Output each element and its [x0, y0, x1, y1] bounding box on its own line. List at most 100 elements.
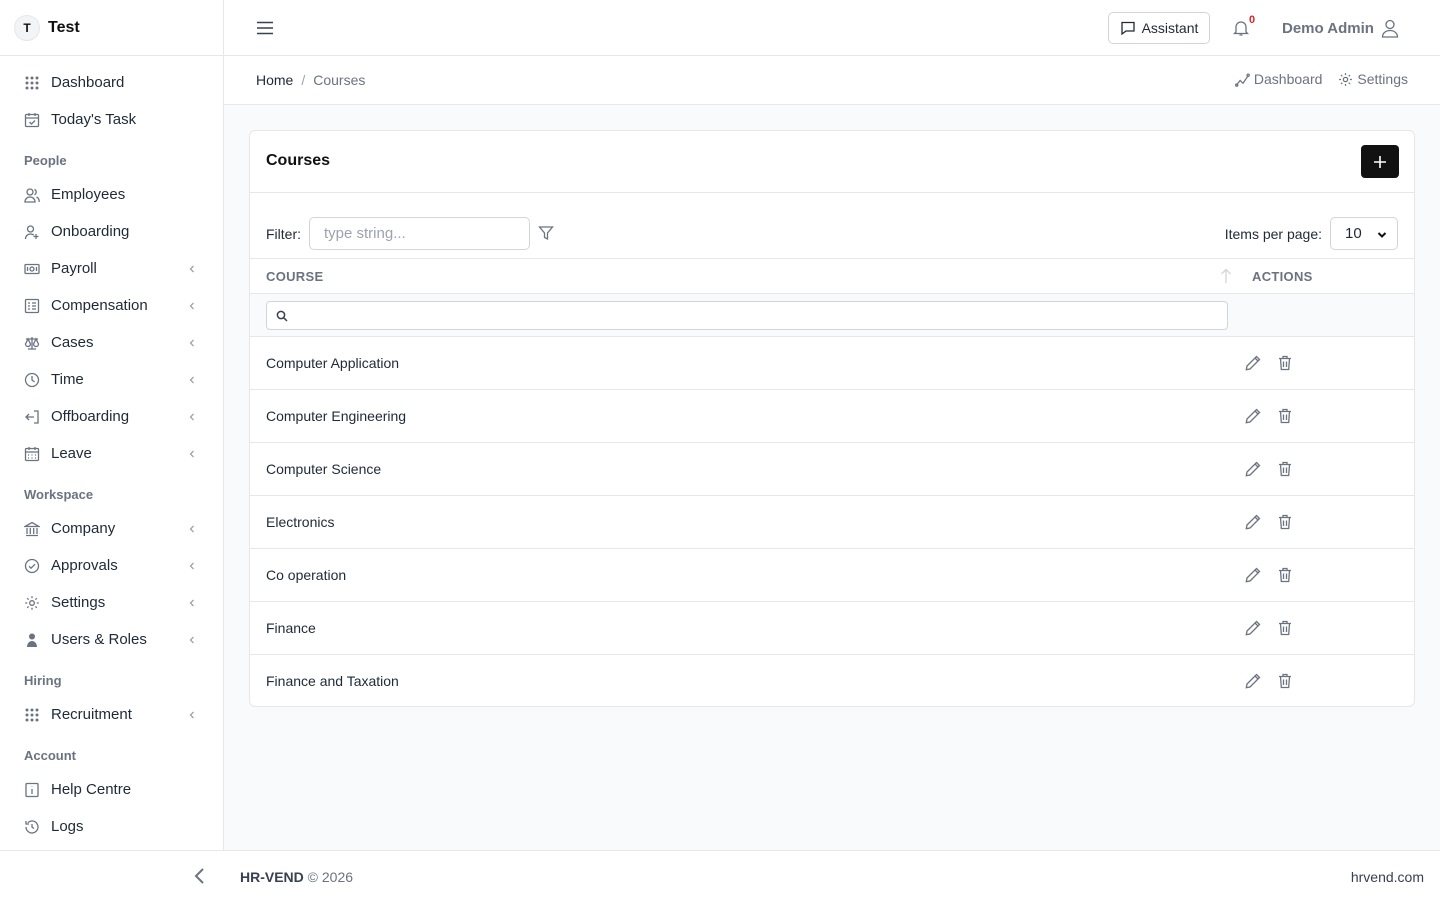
sidebar-item-payroll[interactable]: Payroll — [0, 250, 223, 287]
course-name: Finance and Taxation — [266, 673, 399, 690]
plus-icon — [1374, 155, 1386, 168]
course-name: Co operation — [250, 548, 1236, 602]
table-row: Finance — [250, 601, 1414, 655]
course-name: Finance — [250, 601, 1236, 655]
trash-icon[interactable] — [1276, 407, 1294, 425]
sidebar-item-dashboard[interactable]: Dashboard — [0, 64, 223, 101]
edit-icon[interactable] — [1244, 513, 1262, 531]
grid-icon — [24, 75, 40, 91]
row-actions — [1236, 566, 1414, 584]
quick-link-dashboard-label: Dashboard — [1253, 71, 1323, 87]
edit-icon[interactable] — [1244, 460, 1262, 478]
trash-icon[interactable] — [1276, 566, 1294, 584]
quick-link-settings[interactable]: Settings — [1338, 71, 1408, 87]
sidebar-item-label: Payroll — [51, 260, 97, 277]
sidebar-item-compensation[interactable]: Compensation — [0, 287, 223, 324]
grid-icon — [24, 707, 40, 723]
brand[interactable]: T Test — [0, 0, 223, 56]
sidebar-item-settings[interactable]: Settings — [0, 584, 223, 621]
filter-row: Filter: Items per page: 10 — [250, 217, 1414, 250]
table-row: Finance and Taxation — [250, 655, 1414, 708]
sidebar-section-account: Account — [24, 748, 76, 763]
user-icon[interactable] — [1380, 18, 1400, 38]
trash-icon[interactable] — [1276, 354, 1294, 372]
filter-icon[interactable] — [538, 225, 554, 241]
sidebar-item-recruitment[interactable]: Recruitment — [0, 696, 223, 733]
quick-links: Dashboard Settings — [1234, 71, 1408, 87]
money-icon — [24, 261, 40, 277]
edit-icon[interactable] — [1244, 354, 1262, 372]
chevron-left-icon — [187, 449, 197, 459]
sidebar-item-employees[interactable]: Employees — [0, 176, 223, 213]
courses-card: Courses Filter: Items per page: 10 COURS… — [249, 130, 1415, 707]
sidebar-item-onboarding[interactable]: Onboarding — [0, 213, 223, 250]
sidebar-item-leave[interactable]: Leave — [0, 435, 223, 472]
trash-icon[interactable] — [1276, 619, 1294, 637]
add-course-button[interactable] — [1361, 145, 1399, 178]
chevron-left-icon — [187, 561, 197, 571]
table-row: Electronics — [250, 495, 1414, 549]
course-name: Computer Engineering — [250, 389, 1236, 443]
table-row: Computer Engineering — [250, 389, 1414, 443]
sidebar-item-offboarding[interactable]: Offboarding — [0, 398, 223, 435]
gear-icon — [1339, 72, 1353, 86]
trash-icon[interactable] — [1276, 460, 1294, 478]
trash-icon[interactable] — [1276, 513, 1294, 531]
items-per-page-value: 10 — [1345, 225, 1362, 242]
bell-icon[interactable] — [1232, 19, 1250, 37]
sidebar-item-label: Settings — [51, 594, 106, 611]
table-body: Computer Application Computer Engineering… — [250, 336, 1414, 708]
breadcrumb-home[interactable]: Home — [256, 72, 293, 88]
edit-icon[interactable] — [1244, 619, 1262, 637]
sidebar-item-approvals[interactable]: Approvals — [0, 547, 223, 584]
sidebar-item-help-centre[interactable]: Help Centre — [0, 771, 223, 808]
footer-copyright: HR-VEND © 2026 — [240, 869, 353, 885]
sidebar-item-label: Logs — [51, 818, 84, 835]
history-icon — [24, 819, 40, 835]
user-shield-icon — [24, 632, 40, 648]
sidebar-section-hiring: Hiring — [24, 673, 62, 688]
column-header-course[interactable]: COURSE — [250, 258, 1236, 294]
sidebar-item-time[interactable]: Time — [0, 361, 223, 398]
sort-arrow-up-icon[interactable] — [1220, 268, 1232, 284]
sidebar-item-label: Leave — [51, 445, 92, 462]
menu-toggle-icon[interactable] — [256, 19, 274, 37]
chevron-left-icon[interactable] — [192, 867, 208, 885]
column-header-actions: ACTIONS — [1236, 258, 1414, 294]
edit-icon[interactable] — [1244, 672, 1262, 690]
row-actions — [1236, 513, 1414, 531]
edit-icon[interactable] — [1244, 407, 1262, 425]
chevron-left-icon — [187, 412, 197, 422]
assistant-button[interactable]: Assistant — [1108, 12, 1210, 44]
sidebar-item-logs[interactable]: Logs — [0, 808, 223, 845]
column-search-input[interactable] — [266, 300, 1228, 330]
sidebar-item-today-s-task[interactable]: Today's Task — [0, 101, 223, 138]
breadcrumb-bar: Home / Courses Dashboard Settings — [224, 56, 1440, 105]
chevron-left-icon — [187, 338, 197, 348]
filter-input[interactable] — [309, 217, 530, 250]
user-name[interactable]: Demo Admin — [1282, 20, 1374, 37]
sidebar-item-company[interactable]: Company — [0, 510, 223, 547]
sidebar-item-label: Time — [51, 371, 84, 388]
quick-link-dashboard[interactable]: Dashboard — [1234, 71, 1323, 87]
sidebar-item-users-roles[interactable]: Users & Roles — [0, 621, 223, 658]
quick-link-settings-label: Settings — [1357, 71, 1408, 87]
calendar-check-icon — [24, 112, 40, 128]
calendar-icon — [24, 446, 40, 462]
trash-icon[interactable] — [1276, 672, 1294, 690]
sidebar-item-cases[interactable]: Cases — [0, 324, 223, 361]
edit-icon[interactable] — [1244, 566, 1262, 584]
assistant-label: Assistant — [1141, 20, 1199, 36]
chevron-left-icon — [187, 375, 197, 385]
sidebar-item-label: Dashboard — [51, 74, 125, 91]
user-plus-icon — [24, 224, 40, 240]
items-per-page-label: Items per page: — [1224, 226, 1322, 242]
info-icon — [24, 782, 40, 798]
users-icon — [24, 187, 40, 203]
courses-table: COURSE ACTIONS Computer Application Compu… — [250, 258, 1414, 708]
check-circle-icon — [24, 558, 40, 574]
footer-site-link[interactable]: hrvend.com — [1351, 869, 1424, 885]
items-per-page-select[interactable]: 10 — [1330, 217, 1398, 250]
bank-icon — [24, 521, 40, 537]
chart-line-icon — [1234, 73, 1250, 87]
